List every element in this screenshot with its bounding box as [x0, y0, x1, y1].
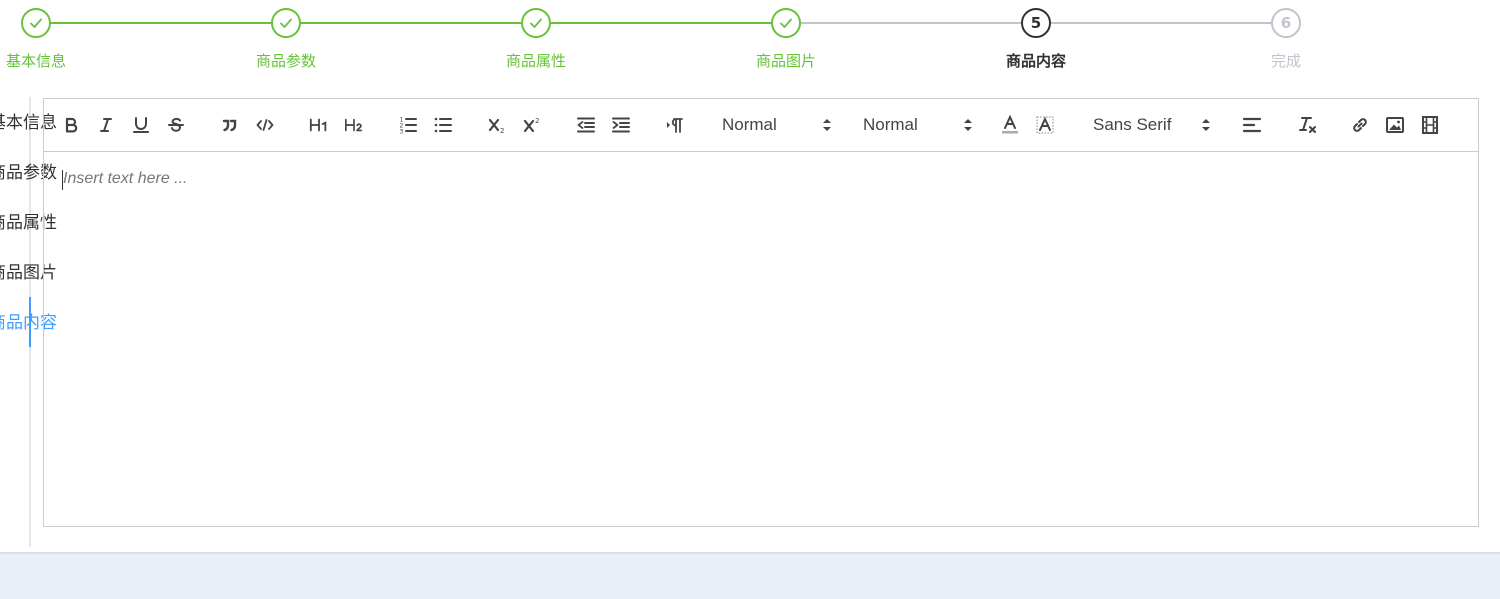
step-5: 5 商品内容: [956, 0, 1116, 70]
align-left-icon: [1242, 117, 1262, 133]
svg-text:3: 3: [400, 129, 404, 136]
video-icon: [1422, 116, 1438, 134]
direction-button[interactable]: [661, 111, 689, 139]
h2-icon: [345, 118, 363, 132]
tab-attributes[interactable]: 商品属性: [0, 203, 57, 243]
text-color-button[interactable]: [996, 111, 1024, 139]
background-color-icon: [1036, 116, 1054, 134]
image-button[interactable]: [1381, 111, 1409, 139]
active-tab-indicator: [29, 297, 31, 347]
indent-icon: [612, 117, 630, 133]
clean-format-button[interactable]: [1293, 111, 1321, 139]
select-caret-icon: [823, 119, 831, 131]
svg-text:2: 2: [535, 117, 539, 125]
font-select-value: Sans Serif: [1093, 115, 1172, 134]
tab-params[interactable]: 商品参数: [0, 153, 57, 193]
italic-button[interactable]: [92, 111, 120, 139]
superscript-button[interactable]: 2: [518, 111, 546, 139]
bold-icon: [65, 117, 78, 133]
text-color-icon: [1002, 115, 1018, 134]
clear-format-icon: [1299, 117, 1316, 133]
bullet-list-icon: [434, 117, 452, 133]
blockquote-button[interactable]: [216, 111, 244, 139]
step-2: 商品参数: [206, 0, 366, 70]
vertical-tabs: 基本信息 商品参数 商品属性 商品图片 商品内容: [0, 97, 57, 547]
outdent-button[interactable]: [572, 111, 600, 139]
step-6: 6 完成: [1206, 0, 1366, 70]
text-direction-icon: [667, 118, 683, 133]
editor-toolbar: 123 2 2 Normal Normal Sans Serif: [44, 99, 1478, 152]
svg-text:2: 2: [500, 127, 504, 135]
header2-button[interactable]: [340, 111, 368, 139]
rich-text-editor: 123 2 2 Normal Normal Sans Serif Insert …: [43, 98, 1479, 527]
header-select-value: Normal: [863, 115, 918, 134]
check-icon: [521, 8, 551, 38]
superscript-icon: 2: [523, 117, 539, 133]
step-label: 商品内容: [1005, 52, 1066, 70]
select-caret-icon: [964, 119, 972, 131]
h1-icon: [309, 118, 327, 132]
step-label: 完成: [1270, 52, 1301, 70]
font-select[interactable]: Sans Serif: [1093, 111, 1211, 139]
step-label: 商品参数: [255, 52, 316, 70]
step-4: 商品图片: [706, 0, 866, 70]
step-3: 商品属性: [456, 0, 616, 70]
ordered-list-icon: 123: [400, 117, 417, 136]
page-footer-area: [0, 552, 1500, 599]
step-number: 5: [1021, 8, 1051, 38]
link-icon: [1353, 118, 1367, 132]
bullet-list-button[interactable]: [429, 111, 457, 139]
ordered-list-button[interactable]: 123: [394, 111, 422, 139]
check-icon: [771, 8, 801, 38]
tab-content[interactable]: 商品内容: [0, 303, 57, 343]
steps-bar: 基本信息 商品参数 商品属性 商品图片 5 商品内容 6 完成: [0, 0, 1500, 90]
underline-icon: [133, 117, 149, 133]
select-caret-icon: [1202, 119, 1210, 131]
check-icon: [21, 8, 51, 38]
step-label: 基本信息: [5, 52, 66, 70]
check-icon: [271, 8, 301, 38]
code-icon: [256, 119, 274, 131]
editor-content[interactable]: Insert text here ...: [44, 152, 1478, 526]
subscript-button[interactable]: 2: [483, 111, 511, 139]
step-number: 6: [1271, 8, 1301, 38]
step-line-done: [36, 22, 786, 24]
tab-basic-info[interactable]: 基本信息: [0, 103, 57, 143]
tab-pictures[interactable]: 商品图片: [0, 253, 57, 293]
video-button[interactable]: [1416, 111, 1444, 139]
quote-icon: [222, 119, 237, 132]
outdent-icon: [577, 117, 595, 133]
step-1: 基本信息: [0, 0, 116, 70]
bold-button[interactable]: [57, 111, 85, 139]
subscript-icon: 2: [488, 118, 504, 135]
strike-button[interactable]: [162, 111, 190, 139]
size-select-value: Normal: [722, 115, 777, 134]
italic-icon: [100, 118, 112, 132]
header1-button[interactable]: [305, 111, 333, 139]
strike-icon: [168, 117, 184, 132]
size-select[interactable]: Normal: [722, 111, 832, 139]
header-select[interactable]: Normal: [863, 111, 973, 139]
step-label: 商品图片: [755, 52, 816, 70]
underline-button[interactable]: [127, 111, 155, 139]
editor-placeholder: Insert text here ...: [63, 170, 188, 187]
indent-button[interactable]: [607, 111, 635, 139]
link-button[interactable]: [1346, 111, 1374, 139]
step-label: 商品属性: [505, 52, 566, 70]
code-block-button[interactable]: [251, 111, 279, 139]
align-button[interactable]: [1238, 111, 1266, 139]
background-color-button[interactable]: [1031, 111, 1059, 139]
image-icon: [1386, 117, 1404, 133]
